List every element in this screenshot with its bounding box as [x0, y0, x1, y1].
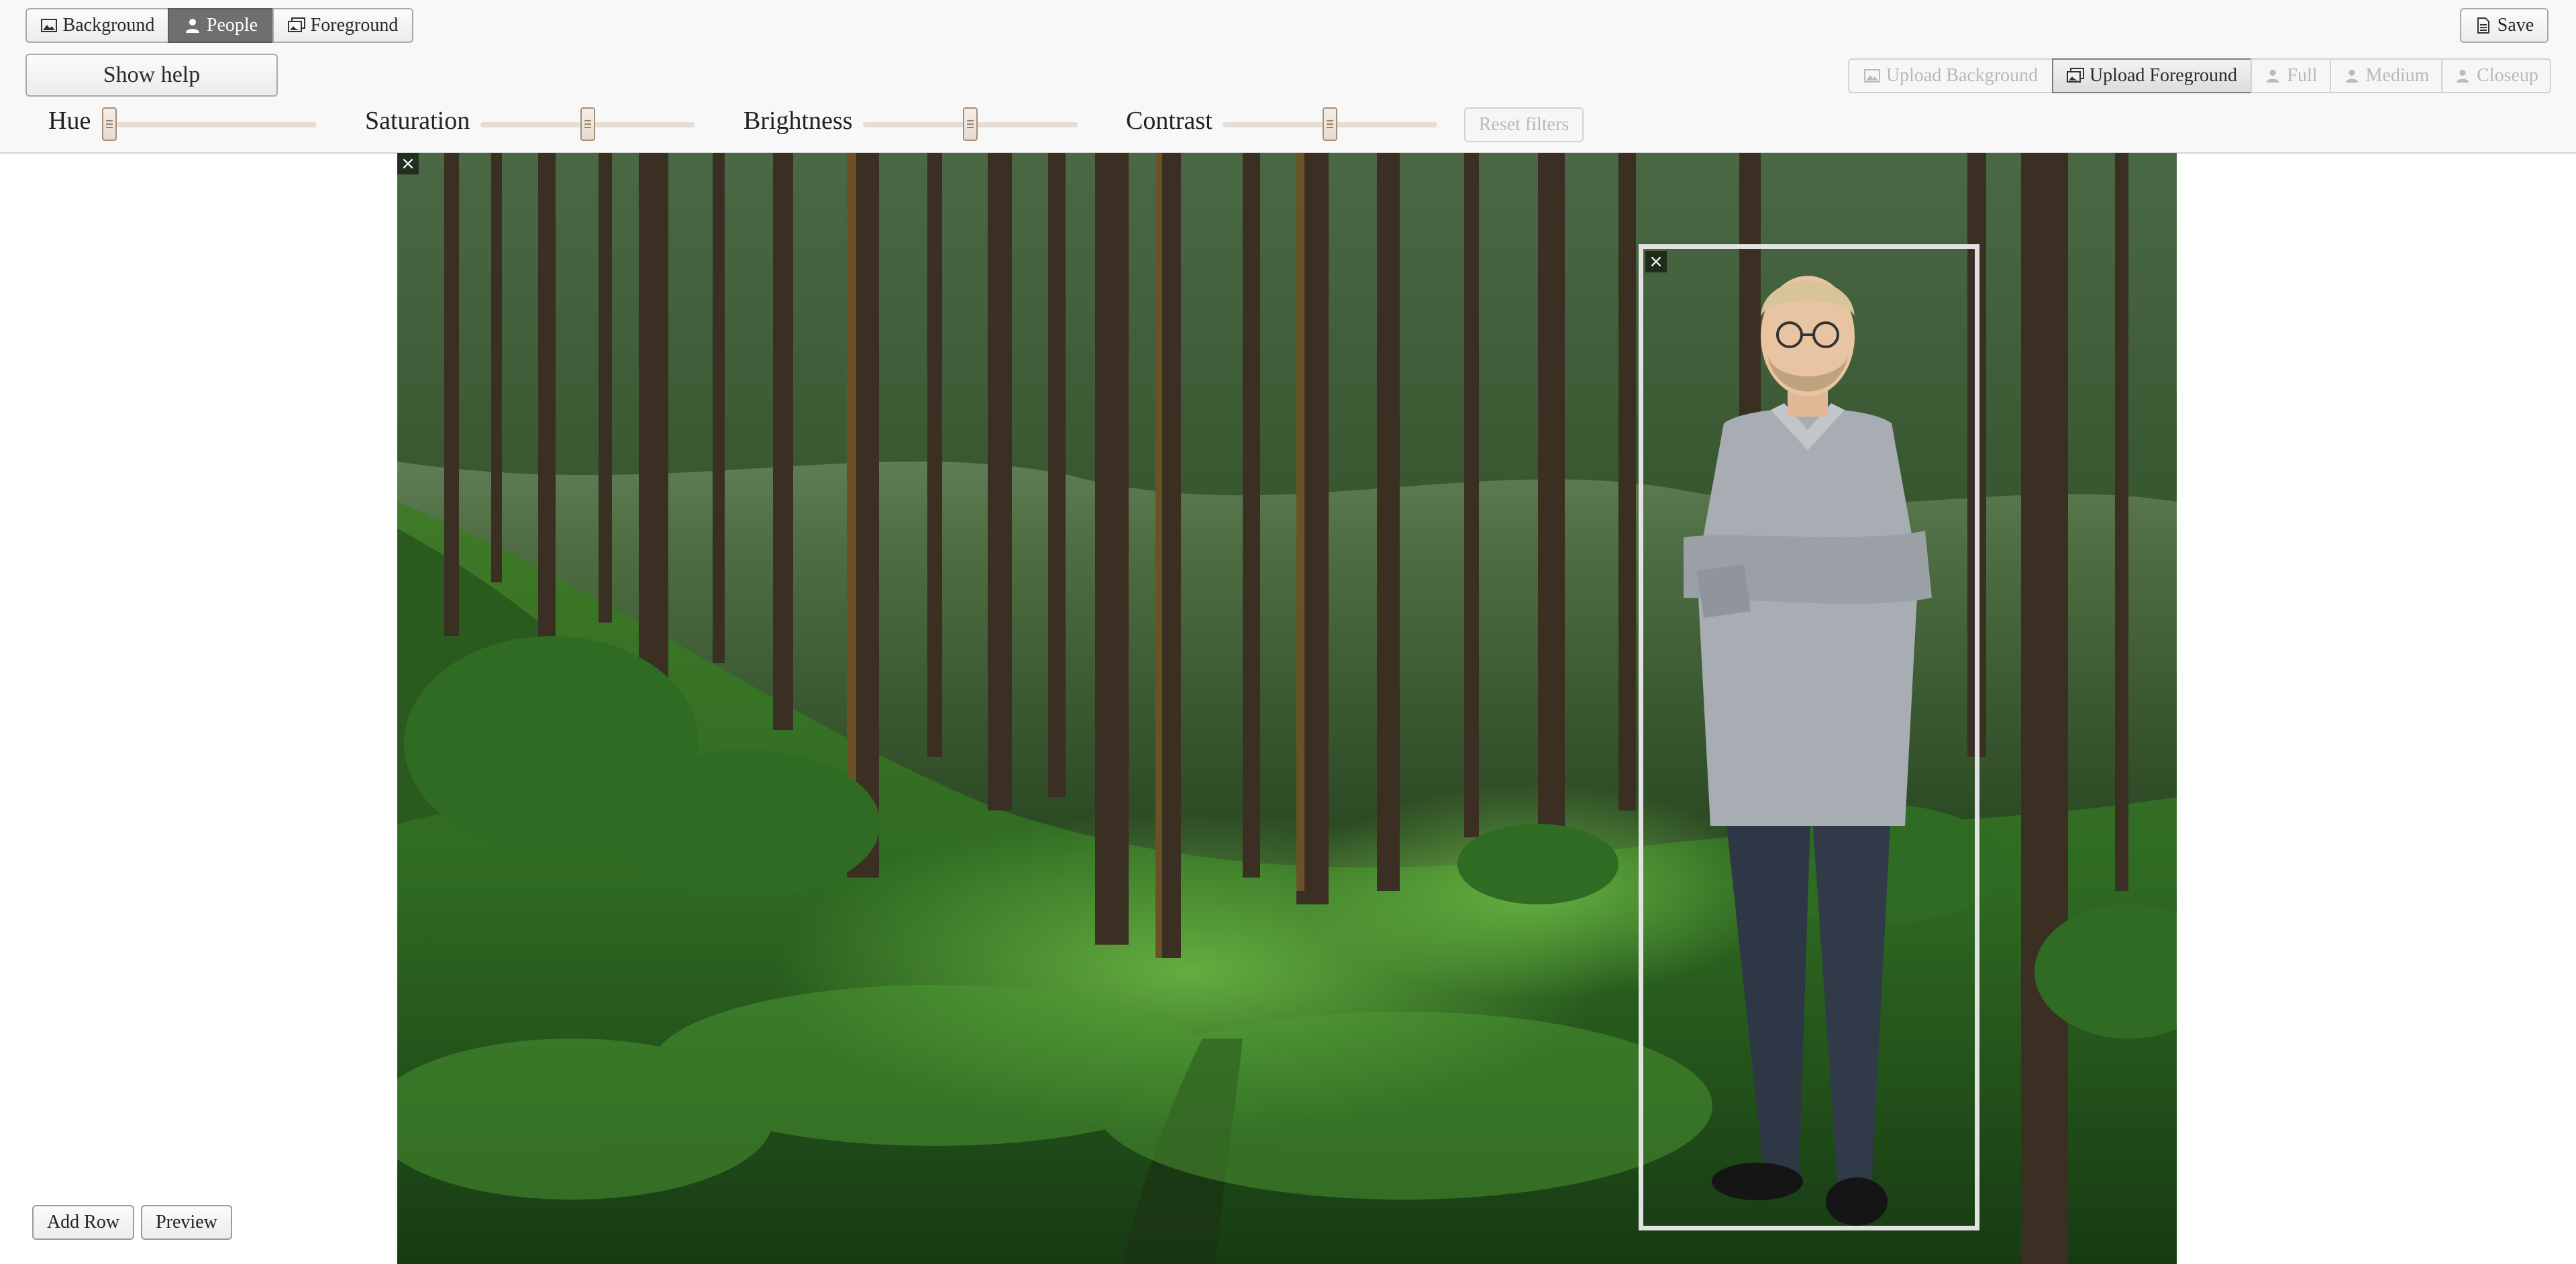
- person-cutout-image: [1684, 276, 1932, 1226]
- background-close-icon[interactable]: ×: [397, 153, 419, 174]
- upload-background-label: Upload Background: [1886, 65, 2039, 86]
- brightness-slider[interactable]: [863, 107, 1078, 141]
- add-row-button[interactable]: Add Row: [32, 1205, 134, 1240]
- framing-closeup-label: Closeup: [2477, 65, 2538, 86]
- show-help-button[interactable]: Show help: [25, 54, 278, 97]
- framing-full-label: Full: [2287, 65, 2318, 86]
- images-icon: [287, 17, 305, 34]
- document-icon: [2475, 17, 2492, 34]
- framing-medium-button[interactable]: Medium: [2330, 58, 2442, 93]
- upload-background-button[interactable]: Upload Background: [1848, 58, 2053, 93]
- contrast-slider-handle[interactable]: [1323, 107, 1337, 141]
- image-icon: [1863, 67, 1881, 85]
- person-selection-frame[interactable]: ×: [1639, 244, 1979, 1230]
- tab-foreground-label: Foreground: [310, 15, 399, 36]
- brightness-slider-handle[interactable]: [963, 107, 978, 141]
- framing-medium-label: Medium: [2365, 65, 2430, 86]
- person-close-icon[interactable]: ×: [1645, 251, 1667, 272]
- person-icon: [2264, 67, 2281, 85]
- contrast-label: Contrast: [1126, 107, 1213, 135]
- saturation-slider-handle[interactable]: [580, 107, 595, 141]
- tab-people-label: People: [206, 15, 258, 36]
- hue-slider[interactable]: [102, 107, 317, 141]
- tab-background[interactable]: Background: [25, 8, 169, 43]
- framing-full-button[interactable]: Full: [2251, 58, 2331, 93]
- tab-foreground[interactable]: Foreground: [272, 8, 413, 43]
- tab-background-label: Background: [62, 15, 155, 36]
- save-label: Save: [2497, 15, 2534, 36]
- reset-filters-button[interactable]: Reset filters: [1464, 107, 1584, 142]
- person-icon: [2343, 67, 2361, 85]
- tab-people[interactable]: People: [168, 8, 274, 43]
- person-icon: [2454, 67, 2471, 85]
- composition-canvas[interactable]: × ×: [397, 153, 2177, 1264]
- framing-closeup-button[interactable]: Closeup: [2441, 58, 2551, 93]
- upload-foreground-button[interactable]: Upload Foreground: [2052, 58, 2252, 93]
- toolbar: Background People Foreground Save Show h…: [0, 0, 2576, 154]
- layer-tabs: Background People Foreground: [25, 8, 413, 43]
- images-icon: [2066, 67, 2084, 85]
- saturation-label: Saturation: [365, 107, 470, 135]
- upload-and-framing-group: Upload Background Upload Foreground Full…: [1848, 58, 2551, 93]
- hue-label: Hue: [48, 107, 91, 135]
- saturation-slider[interactable]: [480, 107, 695, 141]
- image-icon: [40, 17, 58, 34]
- brightness-label: Brightness: [743, 107, 853, 135]
- hue-slider-handle[interactable]: [102, 107, 117, 141]
- upload-foreground-label: Upload Foreground: [2089, 65, 2238, 86]
- save-button[interactable]: Save: [2460, 8, 2548, 43]
- contrast-slider[interactable]: [1223, 107, 1437, 141]
- preview-button[interactable]: Preview: [141, 1205, 232, 1240]
- person-icon: [184, 17, 201, 34]
